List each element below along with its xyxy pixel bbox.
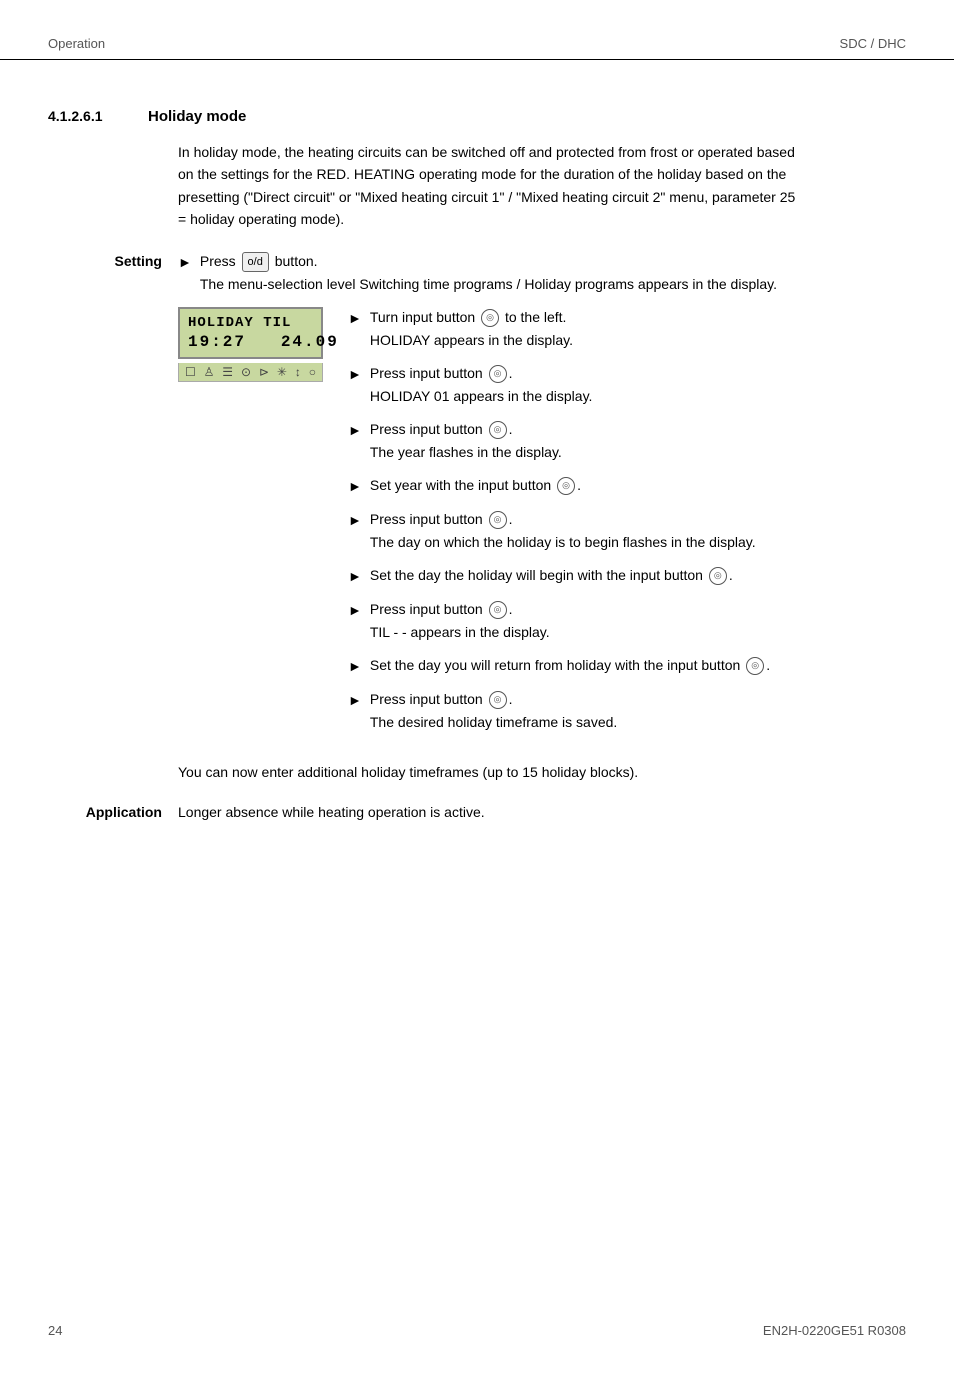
instruction-item-8: ► Press input button ◎. TIL - - appears … xyxy=(348,599,778,643)
main-content: 4.1.2.6.1 Holiday mode In holiday mode, … xyxy=(0,60,954,868)
instruction-item-9: ► Set the day you will return from holid… xyxy=(348,655,778,677)
arrow-5: ► xyxy=(348,476,362,497)
arrow-7: ► xyxy=(348,566,362,587)
instruction-text-1: Press o/d button. The menu-selection lev… xyxy=(200,251,777,296)
side-instructions-col: ► Turn input button ◎ to the left. HOLID… xyxy=(348,307,778,745)
instruction-item-5: ► Set year with the input button ◎. xyxy=(348,475,778,497)
instruction-item-4: ► Press input button ◎. The year flashes… xyxy=(348,419,778,463)
sub-text-3: HOLIDAY 01 appears in the display. xyxy=(370,386,593,407)
sub-text-10: The desired holiday timeframe is saved. xyxy=(370,712,617,733)
dial-icon-5: ◎ xyxy=(489,511,507,529)
lcd-icon-1: ☐ xyxy=(185,365,196,379)
arrow-4: ► xyxy=(348,420,362,441)
arrow-3: ► xyxy=(348,364,362,385)
lcd-icon-3: ☰ xyxy=(222,365,233,379)
instruction-item-2: ► Turn input button ◎ to the left. HOLID… xyxy=(348,307,778,351)
application-text: Longer absence while heating operation i… xyxy=(178,804,485,820)
instruction-text-8: Press input button ◎. TIL - - appears in… xyxy=(370,599,550,643)
lcd-icon-5: ⊳ xyxy=(259,365,269,379)
arrow-2: ► xyxy=(348,308,362,329)
section-title: 4.1.2.6.1 Holiday mode xyxy=(48,108,906,125)
lcd-icon-6: ✳ xyxy=(277,365,287,379)
main-instruction-list: ► Turn input button ◎ to the left. HOLID… xyxy=(348,307,778,733)
instruction-text-2: Turn input button ◎ to the left. HOLIDAY… xyxy=(370,307,573,351)
arrow-1: ► xyxy=(178,252,192,273)
lcd-icon-2: ♙ xyxy=(204,365,215,379)
section-heading: Holiday mode xyxy=(148,108,246,125)
setting-label: Setting xyxy=(48,251,178,784)
lcd-line1: HOLIDAY TIL xyxy=(188,315,313,331)
dial-icon-2: ◎ xyxy=(489,365,507,383)
kbd-button-icon: o/d xyxy=(242,252,269,273)
lcd-icon-7: ↕ xyxy=(295,365,301,379)
instruction-list: ► Press o/d button. The menu-selection l… xyxy=(178,251,778,296)
setting-content: ► Press o/d button. The menu-selection l… xyxy=(178,251,778,784)
page-footer: 24 EN2H-0220GE51 R0308 xyxy=(0,1299,954,1362)
dial-icon-8: ◎ xyxy=(746,657,764,675)
sub-text-8: TIL - - appears in the display. xyxy=(370,622,550,643)
instruction-item-1: ► Press o/d button. The menu-selection l… xyxy=(178,251,778,296)
footer-left: 24 xyxy=(48,1323,62,1338)
instruction-text-6: Press input button ◎. The day on which t… xyxy=(370,509,756,553)
instruction-item-10: ► Press input button ◎. The desired holi… xyxy=(348,689,778,733)
side-block: HOLIDAY TIL 19:27 24.09 ☐ ♙ ☰ ⊙ ⊳ ✳ ↕ ○ xyxy=(178,307,778,745)
arrow-10: ► xyxy=(348,690,362,711)
lcd-display-col: HOLIDAY TIL 19:27 24.09 ☐ ♙ ☰ ⊙ ⊳ ✳ ↕ ○ xyxy=(178,307,348,382)
dial-icon-3: ◎ xyxy=(489,421,507,439)
instruction-text-4: Press input button ◎. The year flashes i… xyxy=(370,419,562,463)
additional-text: You can now enter additional holiday tim… xyxy=(178,761,778,783)
arrow-9: ► xyxy=(348,656,362,677)
header-left: Operation xyxy=(48,36,105,51)
intro-text: In holiday mode, the heating circuits ca… xyxy=(178,141,798,231)
instruction-text-10: Press input button ◎. The desired holida… xyxy=(370,689,617,733)
page-header: Operation SDC / DHC xyxy=(0,0,954,60)
lcd-line2: 19:27 24.09 xyxy=(188,333,313,351)
instruction-text-7: Set the day the holiday will begin with … xyxy=(370,565,733,586)
dial-icon-7: ◎ xyxy=(489,601,507,619)
application-label: Application xyxy=(48,804,178,820)
instruction-item-3: ► Press input button ◎. HOLIDAY 01 appea… xyxy=(348,363,778,407)
lcd-icon-4: ⊙ xyxy=(241,365,251,379)
lcd-icon-8: ○ xyxy=(309,365,316,379)
sub-text-4: The year flashes in the display. xyxy=(370,442,562,463)
footer-right: EN2H-0220GE51 R0308 xyxy=(763,1323,906,1338)
lcd-display: HOLIDAY TIL 19:27 24.09 xyxy=(178,307,323,359)
dial-icon-4: ◎ xyxy=(557,477,575,495)
lcd-icons: ☐ ♙ ☰ ⊙ ⊳ ✳ ↕ ○ xyxy=(178,363,323,382)
instruction-item-6: ► Press input button ◎. The day on which… xyxy=(348,509,778,553)
arrow-8: ► xyxy=(348,600,362,621)
section-number: 4.1.2.6.1 xyxy=(48,108,148,124)
instruction-text-3: Press input button ◎. HOLIDAY 01 appears… xyxy=(370,363,593,407)
arrow-6: ► xyxy=(348,510,362,531)
instruction-text-5: Set year with the input button ◎. xyxy=(370,475,581,496)
instruction-text-9: Set the day you will return from holiday… xyxy=(370,655,770,676)
dial-icon: ◎ xyxy=(481,309,499,327)
instruction-item-7: ► Set the day the holiday will begin wit… xyxy=(348,565,778,587)
sub-text-6: The day on which the holiday is to begin… xyxy=(370,532,756,553)
header-right: SDC / DHC xyxy=(840,36,906,51)
dial-icon-9: ◎ xyxy=(489,691,507,709)
dial-icon-6: ◎ xyxy=(709,567,727,585)
application-block: Application Longer absence while heating… xyxy=(48,804,906,820)
sub-text-1: The menu-selection level Switching time … xyxy=(200,274,777,295)
setting-block: Setting ► Press o/d button. The menu-sel… xyxy=(48,251,906,784)
sub-text-2: HOLIDAY appears in the display. xyxy=(370,330,573,351)
